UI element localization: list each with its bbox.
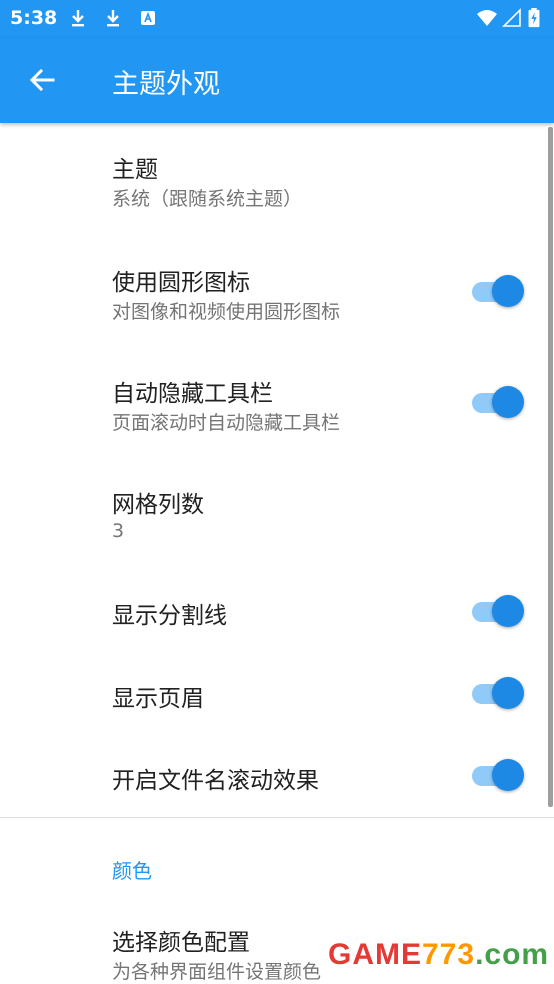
watermark-logo: GAME773.com [328, 938, 549, 972]
switch-thumb [492, 759, 524, 791]
switch-thumb [492, 677, 524, 709]
setting-title: 开启文件名滚动效果 [112, 768, 319, 794]
scrollbar[interactable] [548, 127, 553, 807]
arrow-back-icon[interactable] [26, 64, 58, 96]
signal-icon [502, 8, 521, 27]
download-icon [72, 10, 84, 27]
setting-title: 主题 [112, 157, 158, 183]
app-bar: 主题外观 [0, 38, 554, 123]
auto-hide-toolbar-toggle[interactable] [472, 385, 526, 419]
show-dividers-toggle[interactable] [472, 594, 526, 628]
setting-title: 选择颜色配置 [112, 930, 250, 956]
setting-filename-marquee[interactable]: 开启文件名滚动效果 [0, 735, 554, 817]
switch-thumb [492, 386, 524, 418]
setting-theme[interactable]: 主题 系统（跟随系统主题） [0, 123, 554, 235]
switch-thumb [492, 275, 524, 307]
setting-title: 显示分割线 [112, 603, 227, 629]
setting-show-header[interactable]: 显示页眉 [0, 653, 554, 735]
watermark-text: GAME [328, 938, 422, 971]
setting-summary: 3 [112, 520, 125, 542]
page-title: 主题外观 [112, 69, 220, 100]
section-divider [0, 817, 554, 818]
setting-title: 网格列数 [112, 492, 204, 518]
app-notification-icon [141, 11, 155, 25]
wifi-icon [477, 10, 497, 26]
battery-charging-icon [528, 8, 540, 28]
section-header-color: 颜色 [112, 859, 152, 883]
setting-summary: 页面滚动时自动隐藏工具栏 [112, 412, 341, 434]
setting-title: 使用圆形图标 [112, 270, 250, 296]
setting-grid-columns[interactable]: 网格列数 3 [0, 459, 554, 571]
switch-thumb [492, 595, 524, 627]
setting-title: 显示页眉 [112, 686, 204, 712]
setting-summary: 为各种界面组件设置颜色 [112, 961, 322, 983]
download-icon [107, 10, 119, 27]
watermark-text: 773 [422, 938, 476, 971]
show-header-toggle[interactable] [472, 676, 526, 710]
setting-summary: 系统（跟随系统主题） [112, 188, 303, 210]
status-bar: 5:38 [0, 0, 554, 38]
circle-icons-toggle[interactable] [472, 274, 526, 308]
setting-title: 自动隐藏工具栏 [112, 381, 273, 407]
setting-auto-hide-toolbar[interactable]: 自动隐藏工具栏 页面滚动时自动隐藏工具栏 [0, 347, 554, 459]
filename-marquee-toggle[interactable] [472, 758, 526, 792]
setting-summary: 对图像和视频使用圆形图标 [112, 301, 341, 323]
setting-show-dividers[interactable]: 显示分割线 [0, 571, 554, 653]
watermark-text: .com [475, 938, 550, 971]
status-time: 5:38 [10, 7, 58, 29]
setting-circle-icons[interactable]: 使用圆形图标 对图像和视频使用圆形图标 [0, 235, 554, 347]
